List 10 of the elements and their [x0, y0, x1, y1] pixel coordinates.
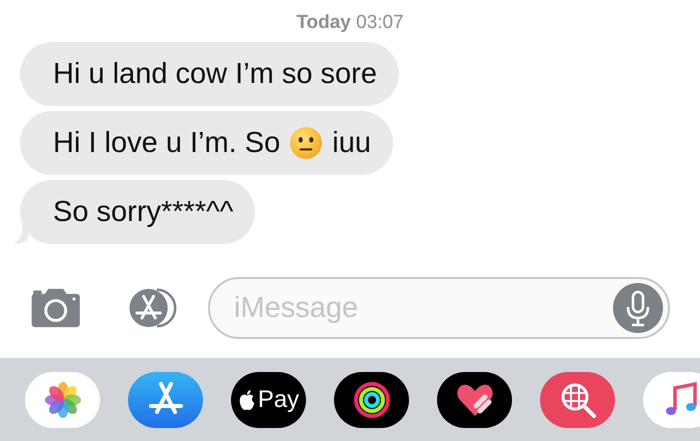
- flower-icon: [42, 380, 82, 420]
- timestamp: Today 03:07: [296, 12, 404, 35]
- app-button[interactable]: Pay: [231, 372, 306, 428]
- message-bubble: Hi I love u I’m. So iuu: [20, 111, 393, 175]
- neutral-face-icon: [289, 126, 324, 160]
- message-bubble: Hi u land cow I’m so sore: [20, 42, 399, 106]
- activity-rings-icon: [352, 380, 392, 420]
- apple-logo-icon: [238, 388, 256, 410]
- pay-label: Pay: [258, 386, 300, 414]
- microphone-icon[interactable]: [613, 283, 663, 333]
